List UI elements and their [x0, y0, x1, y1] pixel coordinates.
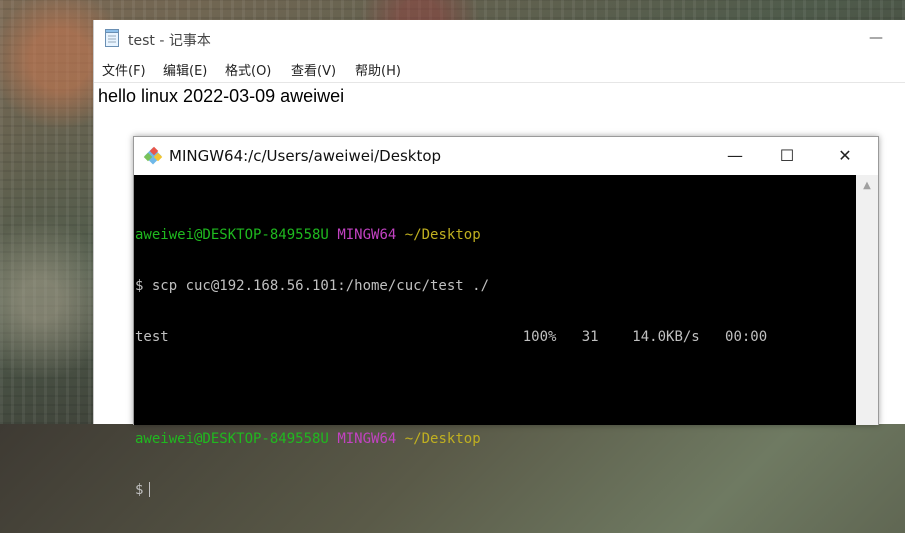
scp-progress-line: test 100% 31 14.0KB/s 00:00: [135, 329, 768, 345]
menu-format[interactable]: 格式(O): [225, 60, 271, 79]
shell-prompt: $: [135, 482, 144, 498]
notepad-icon: [105, 29, 119, 47]
menubar-divider: [94, 82, 905, 83]
menu-view[interactable]: 查看(V): [291, 60, 336, 79]
terminal-window: MINGW64:/c/Users/aweiwei/Desktop — ☐ ✕ a…: [133, 136, 879, 498]
menu-file[interactable]: 文件(F): [102, 60, 146, 79]
terminal-scrollbar[interactable]: ▲: [856, 175, 878, 425]
prompt-userhost: aweiwei@DESKTOP-849558U: [135, 431, 329, 447]
input-line[interactable]: $: [135, 482, 767, 499]
text-cursor: [149, 482, 151, 497]
prompt-path: ~/Desktop: [404, 227, 481, 243]
scroll-up-arrow-icon[interactable]: ▲: [856, 177, 878, 195]
prompt-line-2: aweiwei@DESKTOP-849558U MINGW64 ~/Deskto…: [135, 431, 767, 448]
menu-edit[interactable]: 编辑(E): [163, 60, 207, 79]
terminal-minimize-button[interactable]: —: [712, 137, 758, 175]
terminal-output[interactable]: aweiwei@DESKTOP-849558U MINGW64 ~/Deskto…: [134, 175, 856, 498]
terminal-close-button[interactable]: ✕: [822, 137, 868, 175]
prompt-path: ~/Desktop: [404, 431, 481, 447]
prompt-userhost: aweiwei@DESKTOP-849558U: [135, 227, 329, 243]
terminal-maximize-button[interactable]: ☐: [764, 137, 810, 175]
prompt-env: MINGW64: [337, 227, 397, 243]
notepad-titlebar[interactable]: test - 记事本 —: [94, 20, 905, 58]
menu-help[interactable]: 帮助(H): [355, 60, 401, 79]
terminal-title: MINGW64:/c/Users/aweiwei/Desktop: [169, 147, 442, 165]
notepad-text-area[interactable]: hello linux 2022-03-09 aweiwei: [98, 86, 344, 107]
command-line: $ scp cuc@192.168.56.101:/home/cuc/test …: [135, 278, 490, 294]
git-bash-icon: [143, 146, 163, 165]
prompt-env: MINGW64: [337, 431, 397, 447]
notepad-minimize-button[interactable]: —: [864, 28, 888, 50]
notepad-title: test - 记事本: [128, 33, 211, 49]
prompt-line-1: aweiwei@DESKTOP-849558U MINGW64 ~/Deskto…: [135, 227, 767, 244]
terminal-titlebar[interactable]: MINGW64:/c/Users/aweiwei/Desktop — ☐ ✕: [134, 137, 878, 175]
